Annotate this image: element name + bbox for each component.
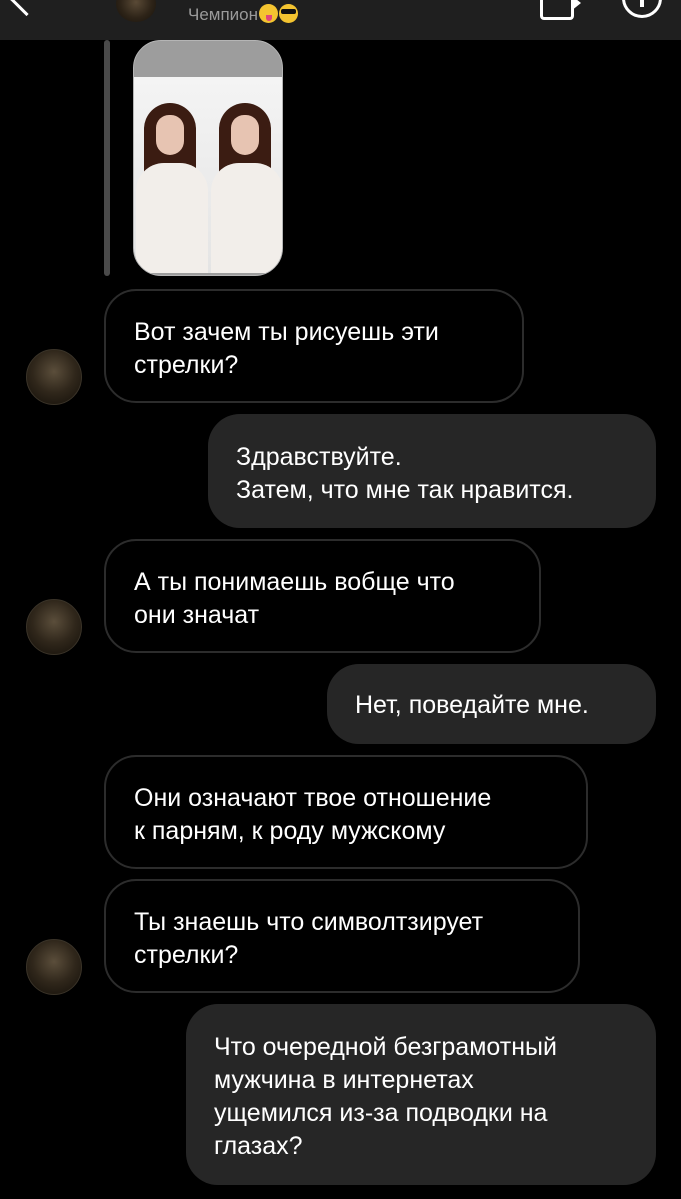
message-bubble-outgoing[interactable]: Здравствуйте. Затем, что мне так нравитс… (208, 414, 656, 528)
message-bubble-incoming[interactable]: Вот зачем ты рисуешь эти стрелки? (104, 289, 524, 403)
back-chevron-icon[interactable] (8, 0, 45, 17)
message-bubble-incoming[interactable]: Они означают твое отношение к парням, к … (104, 755, 588, 869)
video-call-icon[interactable] (540, 0, 581, 20)
sender-avatar[interactable] (26, 349, 82, 405)
info-icon[interactable] (622, 0, 662, 18)
sunglasses-emoji-icon (279, 4, 299, 23)
sender-avatar[interactable] (26, 599, 82, 655)
chat-header: Чемпион (0, 0, 681, 40)
message-bubble-outgoing[interactable]: Нет, поведайте мне. (327, 664, 656, 744)
message-bubble-incoming[interactable]: А ты понимаешь вобще что они значат (104, 539, 541, 653)
contact-avatar[interactable] (116, 0, 156, 22)
photo-left-half (134, 77, 209, 273)
sender-avatar[interactable] (26, 939, 82, 995)
photo-right-half (209, 77, 282, 273)
shared-photo (134, 77, 282, 273)
tongue-emoji-icon (259, 4, 279, 23)
contact-name[interactable]: Чемпион (188, 4, 299, 26)
message-bubble-outgoing[interactable]: Что очередной безграмотный мужчина в инт… (186, 1004, 656, 1185)
contact-name-text: Чемпион (188, 5, 259, 24)
message-bubble-incoming[interactable]: Ты знаешь что символтзирует стрелки? (104, 879, 580, 993)
reply-indicator-bar (104, 40, 110, 276)
shared-photo-card[interactable] (133, 40, 283, 276)
